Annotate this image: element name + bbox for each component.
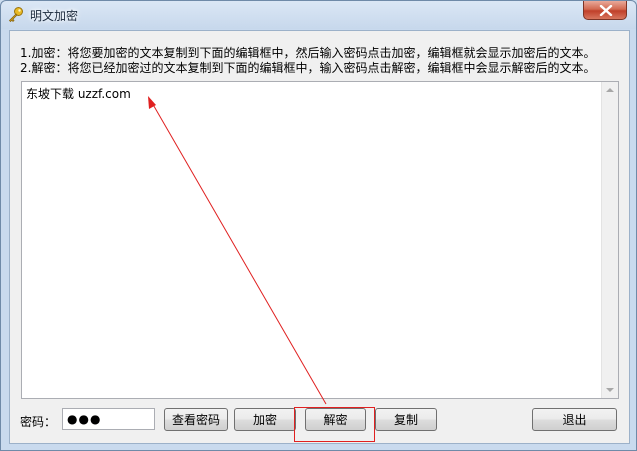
text-editor[interactable]: 东坡下载 uzzf.com bbox=[21, 81, 619, 399]
password-input[interactable] bbox=[62, 408, 155, 430]
close-button[interactable] bbox=[583, 1, 627, 20]
copy-button[interactable]: 复制 bbox=[375, 408, 437, 431]
encrypt-button[interactable]: 加密 bbox=[234, 408, 296, 431]
title-bar[interactable]: 明文加密 bbox=[1, 1, 636, 29]
window-title: 明文加密 bbox=[30, 9, 79, 23]
close-icon bbox=[599, 5, 613, 16]
exit-button[interactable]: 退出 bbox=[532, 408, 617, 431]
decrypt-button[interactable]: 解密 bbox=[305, 408, 366, 431]
scroll-down-icon[interactable] bbox=[606, 388, 614, 392]
scroll-up-icon[interactable] bbox=[606, 88, 614, 92]
key-icon bbox=[7, 6, 25, 24]
editor-content[interactable]: 东坡下载 uzzf.com bbox=[26, 85, 131, 102]
vertical-scrollbar[interactable] bbox=[601, 82, 618, 398]
client-area: 1.加密：将您要加密的文本复制到下面的编辑框中，然后输入密码点击加密，编辑框就会… bbox=[9, 30, 630, 444]
view-password-button[interactable]: 查看密码 bbox=[164, 408, 228, 431]
app-window: 明文加密 1.加密：将您要加密的文本复制到下面的编辑框中，然后输入密码点击加密，… bbox=[0, 0, 637, 451]
instruction-decrypt: 2.解密：将您已经加密过的文本复制到下面的编辑框中，输入密码点击解密，编辑框中会… bbox=[20, 61, 596, 75]
password-label: 密码： bbox=[20, 415, 57, 429]
